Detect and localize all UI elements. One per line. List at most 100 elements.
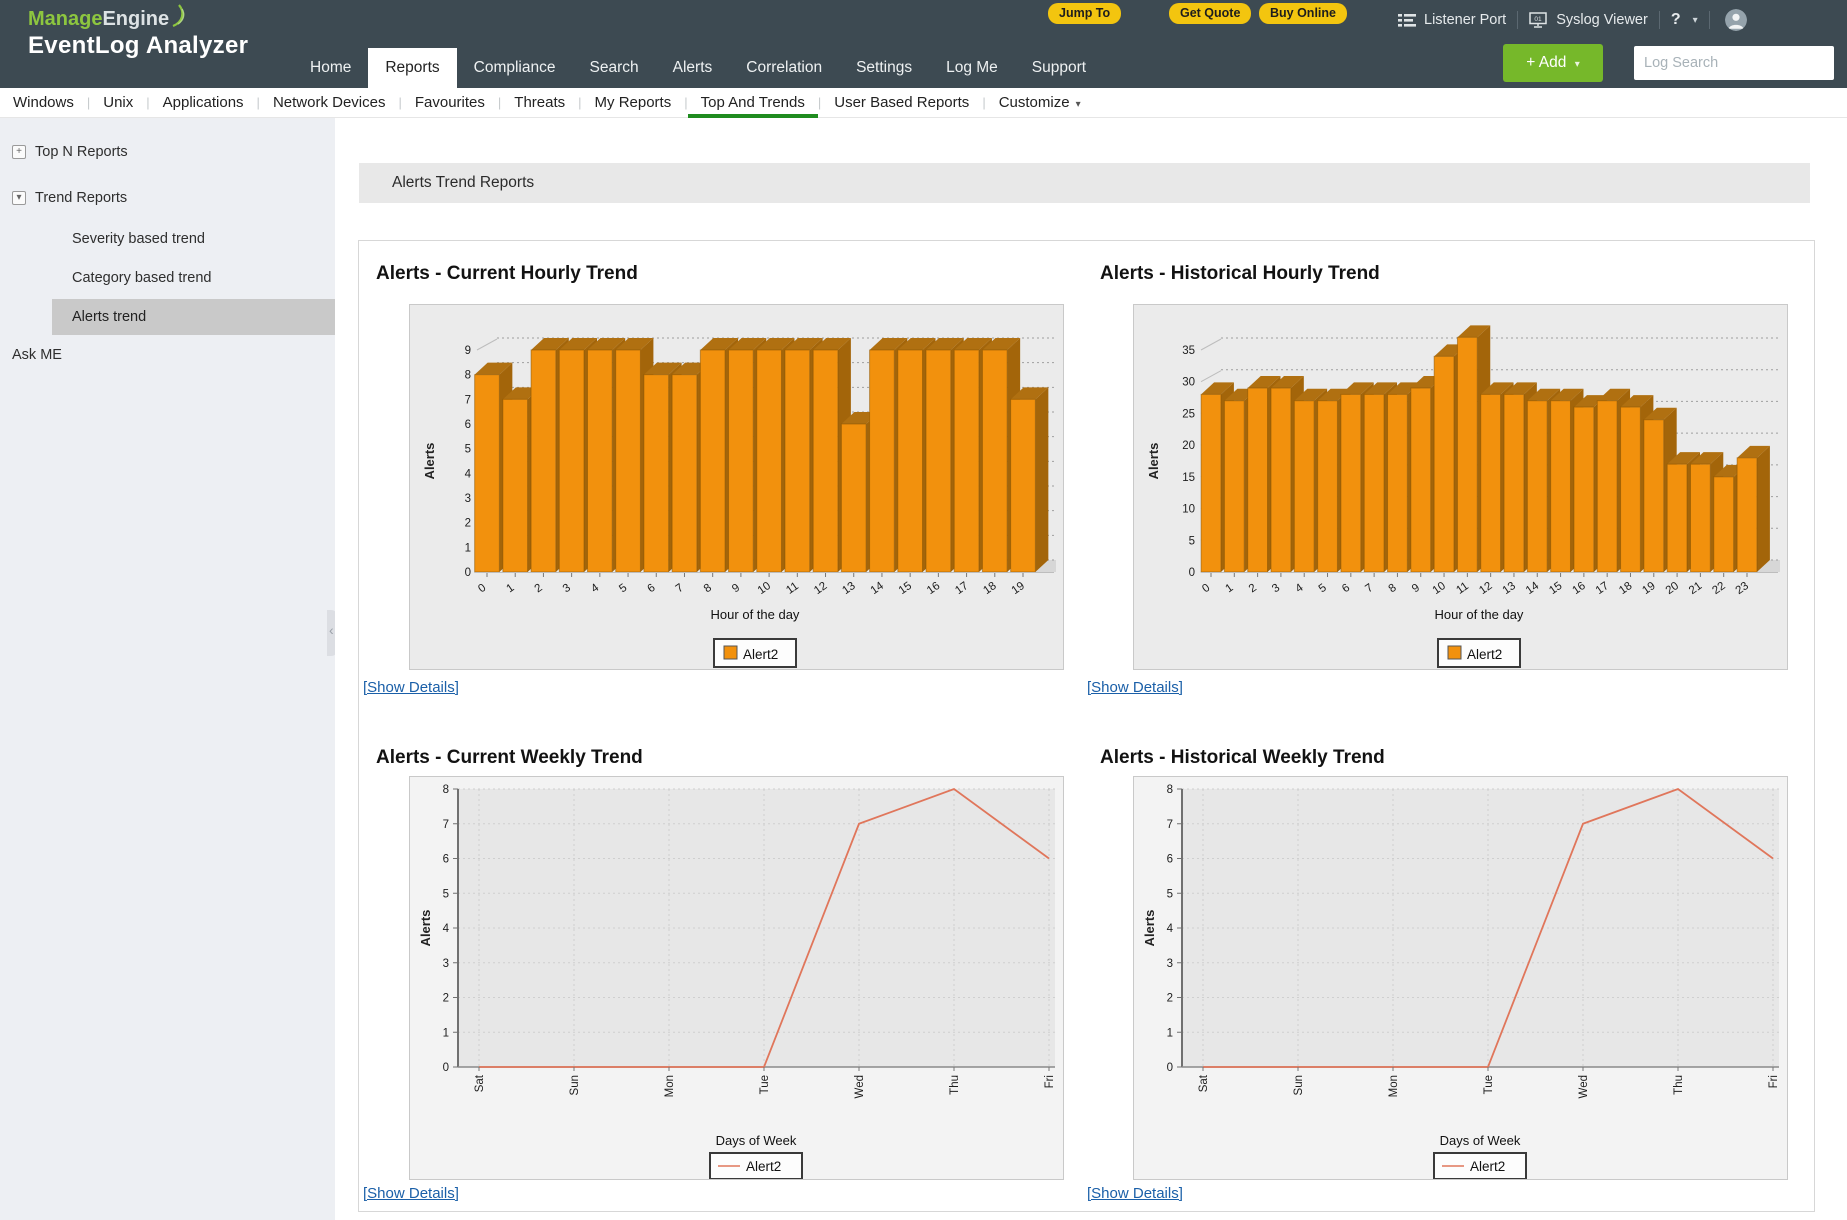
sidebar-item-alerts-trend[interactable]: Alerts trend — [52, 299, 335, 335]
svg-text:8: 8 — [1167, 784, 1173, 796]
main-nav: Home Reports Compliance Search Alerts Correla… — [293, 48, 1103, 88]
svg-text:Mon: Mon — [1388, 1075, 1400, 1097]
buy-online-button[interactable]: Buy Online — [1259, 3, 1347, 24]
svg-text:20: 20 — [1182, 440, 1195, 452]
svg-text:1: 1 — [465, 542, 471, 554]
chart-canvas-alerts-current-weekly-trend[interactable]: 0 1 2 3 4 5 6 7 8 Sat Sun Mon Tue Wed Thu Fri Days of We… — [409, 776, 1064, 1180]
svg-text:Alert2: Alert2 — [743, 647, 778, 662]
sidebar-item-label: Top N Reports — [35, 144, 128, 160]
expand-icon[interactable]: + — [12, 145, 26, 159]
sidebar-item-category-based-trend[interactable]: Category based trend — [72, 270, 211, 286]
jump-to-button[interactable]: Jump To — [1048, 3, 1122, 24]
nav-alerts[interactable]: Alerts — [656, 48, 730, 88]
svg-text:Fri: Fri — [1768, 1075, 1780, 1088]
sidebar-item-ask-me[interactable]: Ask ME — [12, 347, 62, 363]
svg-text:Thu: Thu — [1673, 1075, 1685, 1095]
svg-text:0: 0 — [465, 567, 471, 579]
svg-text:10: 10 — [1431, 580, 1448, 597]
nav-reports[interactable]: Reports — [368, 48, 457, 88]
svg-text:Thu: Thu — [949, 1075, 961, 1095]
brand-manage: Manage — [28, 8, 103, 30]
svg-text:17: 17 — [953, 580, 970, 597]
svg-text:16: 16 — [1570, 580, 1587, 597]
svg-text:20: 20 — [1664, 580, 1681, 597]
show-details-link[interactable]: [Show Details] — [363, 1185, 459, 1202]
chart-section-alerts-historical-weekly-trend: Alerts - Historical Weekly Trend 0 1 2 3 4 5 6 7… — [1087, 729, 1799, 1209]
nav-settings[interactable]: Settings — [839, 48, 929, 88]
listener-port-icon — [1398, 13, 1416, 27]
svg-text:01: 01 — [1535, 16, 1543, 23]
nav-compliance[interactable]: Compliance — [457, 48, 573, 88]
chart-canvas-alerts-historical-hourly-trend[interactable]: 051015202530350 1 2 3 4 5 6 7 8 9 10 11 12 13 14 15 16 17… — [1133, 304, 1788, 670]
svg-text:4: 4 — [589, 581, 602, 595]
reports-subnav: Windows | Unix | Applications | Network Device… — [0, 88, 1847, 118]
chart-canvas-alerts-current-hourly-trend[interactable]: 01234567890 1 2 3 4 5 6 7 8 9 10 11 12 13 14 15 16 17 18 19… — [409, 304, 1064, 670]
svg-text:3: 3 — [465, 493, 471, 505]
brand-name: Manage Engine — [28, 4, 248, 31]
nav-correlation[interactable]: Correlation — [729, 48, 839, 88]
show-details-link[interactable]: [Show Details] — [1087, 1185, 1183, 1202]
add-button[interactable]: + Add ▾ — [1503, 44, 1603, 82]
tab-applications[interactable]: Applications — [150, 88, 257, 118]
caret-down-icon: ▾ — [1574, 59, 1580, 70]
sidebar-item-trend-reports[interactable]: ▾ Trend Reports — [12, 190, 127, 206]
logo-swoosh-icon — [172, 4, 185, 28]
svg-text:2: 2 — [443, 993, 449, 1005]
log-search-input[interactable] — [1634, 46, 1834, 80]
syslog-viewer-label: Syslog Viewer — [1556, 12, 1648, 28]
chart-title: Alerts - Historical Hourly Trend — [1100, 263, 1380, 284]
nav-home[interactable]: Home — [293, 48, 368, 88]
tab-unix[interactable]: Unix — [90, 88, 146, 118]
customize-menu[interactable]: Customize ▾ — [986, 88, 1094, 118]
chart-section-alerts-historical-hourly-trend: Alerts - Historical Hourly Trend 0 5 10 15 20… — [1087, 251, 1799, 731]
chart-canvas-alerts-historical-weekly-trend[interactable]: 0 1 2 3 4 5 6 7 8 Sat Sun Mon Tue Wed Thu Fri Days of We… — [1133, 776, 1788, 1180]
listener-port-label: Listener Port — [1424, 12, 1507, 28]
svg-text:Wed: Wed — [1578, 1075, 1590, 1098]
nav-support[interactable]: Support — [1015, 48, 1103, 88]
nav-log-me[interactable]: Log Me — [929, 48, 1015, 88]
app-logo[interactable]: Manage Engine EventLog Analyzer — [28, 4, 249, 60]
svg-text:19: 19 — [1010, 580, 1027, 597]
svg-text:2: 2 — [533, 582, 545, 596]
user-avatar-icon[interactable] — [1724, 9, 1747, 31]
svg-text:17: 17 — [1594, 580, 1611, 597]
tab-user-based-reports[interactable]: User Based Reports — [821, 88, 982, 118]
svg-text:2: 2 — [465, 518, 471, 530]
syslog-viewer-button[interactable]: 01 Syslog Viewer — [1529, 11, 1648, 29]
svg-text:9: 9 — [465, 345, 471, 357]
svg-text:15: 15 — [897, 580, 914, 597]
svg-text:0: 0 — [476, 582, 488, 596]
help-menu[interactable]: ? ▾ — [1671, 11, 1698, 29]
svg-text:Alerts: Alerts — [422, 443, 437, 480]
svg-text:1: 1 — [1224, 582, 1236, 596]
svg-text:6: 6 — [443, 854, 449, 866]
sidebar-item-top-n-reports[interactable]: + Top N Reports — [12, 144, 128, 160]
get-quote-button[interactable]: Get Quote — [1169, 3, 1252, 24]
product-name: EventLog Analyzer — [28, 32, 249, 59]
collapse-icon[interactable]: ▾ — [12, 191, 26, 205]
sidebar-item-severity-based-trend[interactable]: Severity based trend — [72, 231, 205, 247]
tab-windows[interactable]: Windows — [0, 88, 87, 118]
svg-text:Sun: Sun — [1293, 1075, 1305, 1095]
svg-text:10: 10 — [756, 580, 773, 597]
svg-text:0: 0 — [1189, 567, 1195, 579]
tab-my-reports[interactable]: My Reports — [582, 88, 685, 118]
show-details-link[interactable]: [Show Details] — [363, 679, 459, 696]
svg-text:7: 7 — [465, 394, 471, 406]
nav-search[interactable]: Search — [573, 48, 656, 88]
svg-text:15: 15 — [1547, 580, 1564, 597]
svg-text:12: 12 — [812, 580, 829, 597]
tab-threats[interactable]: Threats — [501, 88, 578, 118]
svg-text:9: 9 — [730, 582, 742, 596]
listener-port-button[interactable]: Listener Port — [1398, 12, 1506, 28]
tab-network-devices[interactable]: Network Devices — [260, 88, 399, 118]
tab-top-and-trends[interactable]: Top And Trends — [688, 88, 818, 118]
tab-favourites[interactable]: Favourites — [402, 88, 498, 118]
svg-text:8: 8 — [702, 582, 714, 596]
svg-text:Sun: Sun — [569, 1075, 581, 1095]
show-details-link[interactable]: [Show Details] — [1087, 679, 1183, 696]
sidebar-item-label: Trend Reports — [35, 190, 128, 206]
svg-text:16: 16 — [925, 580, 942, 597]
svg-text:8: 8 — [465, 370, 471, 382]
topbar: Manage Engine EventLog Analyzer Jump To Ge… — [0, 0, 1847, 88]
